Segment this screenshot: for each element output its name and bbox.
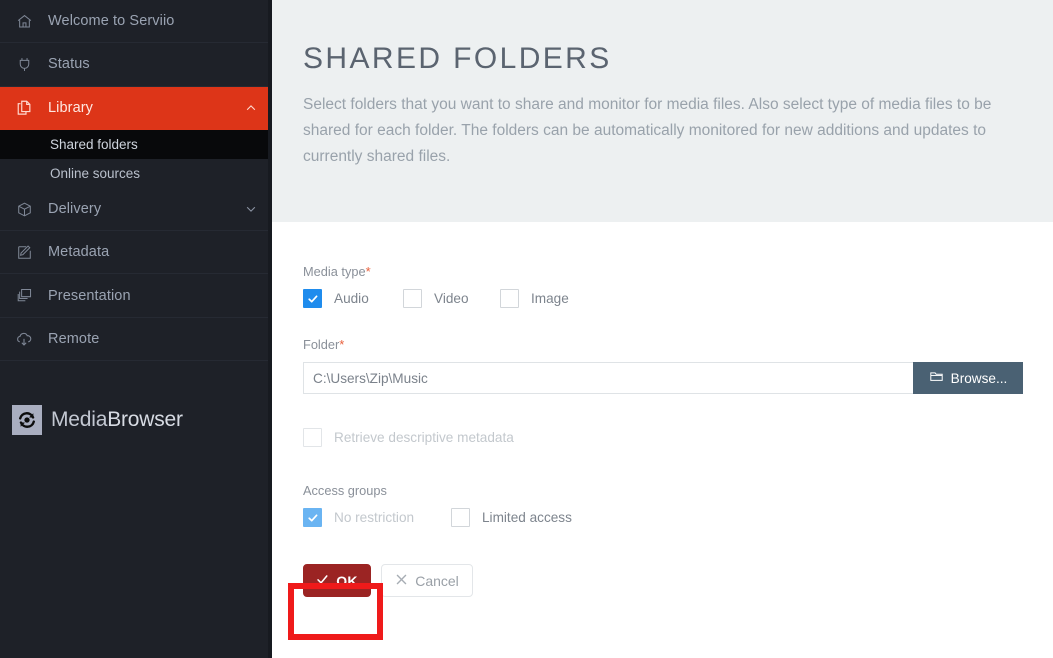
checkbox-video-box[interactable]	[403, 289, 422, 308]
checkbox-limited-access-label: Limited access	[482, 510, 572, 525]
page-header: SHARED FOLDERS Select folders that you w…	[272, 0, 1053, 222]
brand-name-part1: Media	[51, 408, 107, 431]
folder-field: Folder* Browse...	[303, 337, 1023, 394]
access-groups-label: Access groups	[303, 483, 1023, 498]
folder-label: Folder*	[303, 337, 1023, 352]
sidebar-item-welcome[interactable]: Welcome to Serviio	[0, 0, 272, 43]
home-icon	[0, 13, 48, 30]
sidebar: Welcome to Serviio Status	[0, 0, 272, 658]
sidebar-item-label: Status	[48, 56, 230, 72]
required-marker: *	[339, 337, 344, 352]
page-title: SHARED FOLDERS	[303, 42, 1023, 76]
checkbox-audio-box[interactable]	[303, 289, 322, 308]
sidebar-item-label: Delivery	[48, 201, 230, 217]
cancel-button[interactable]: Cancel	[381, 564, 473, 597]
ok-button-label: OK	[336, 573, 358, 589]
main-content: SHARED FOLDERS Select folders that you w…	[272, 0, 1053, 658]
sidebar-item-metadata[interactable]: Metadata	[0, 231, 272, 274]
sidebar-item-remote[interactable]: Remote	[0, 318, 272, 361]
pencil-square-icon	[0, 244, 48, 261]
media-type-label: Media type*	[303, 264, 1023, 279]
box-icon	[0, 201, 48, 218]
page-description: Select folders that you want to share an…	[303, 92, 1023, 170]
chevron-down-icon[interactable]	[230, 202, 272, 216]
access-groups-field: Access groups No restriction Limited acc…	[303, 483, 1023, 527]
sidebar-item-label: Library	[48, 100, 230, 116]
required-marker: *	[366, 264, 371, 279]
brand-name: MediaBrowser	[51, 408, 183, 432]
media-type-label-text: Media type	[303, 264, 366, 279]
checkbox-image-label: Image	[531, 291, 569, 306]
access-groups-options: No restriction Limited access	[303, 508, 1023, 527]
checkbox-audio-label: Audio	[334, 291, 369, 306]
folder-path-input[interactable]	[303, 362, 913, 394]
shared-folder-form: Media type* Audio Video Image	[272, 222, 1053, 597]
sidebar-item-label: Presentation	[48, 288, 230, 304]
check-icon	[316, 573, 329, 589]
sidebar-item-label: Remote	[48, 331, 230, 347]
checkbox-no-restriction-label: No restriction	[334, 510, 414, 525]
sidebar-item-presentation[interactable]: Presentation	[0, 274, 272, 317]
media-type-options: Audio Video Image	[303, 289, 1023, 308]
sidebar-item-label: Welcome to Serviio	[48, 13, 230, 29]
brand-logo: MediaBrowser	[0, 403, 272, 437]
checkbox-no-restriction: No restriction	[303, 508, 451, 527]
checkbox-limited-access-box[interactable]	[451, 508, 470, 527]
media-type-field: Media type* Audio Video Image	[303, 264, 1023, 308]
checkbox-limited-access[interactable]: Limited access	[451, 508, 572, 527]
cancel-button-label: Cancel	[415, 573, 459, 589]
retrieve-metadata-field: Retrieve descriptive metadata	[303, 428, 1023, 447]
sidebar-item-label: Metadata	[48, 244, 230, 260]
checkbox-retrieve-metadata-box	[303, 428, 322, 447]
plug-icon	[0, 56, 48, 73]
checkbox-audio[interactable]: Audio	[303, 289, 403, 308]
sidebar-subitem-online-sources[interactable]: Online sources	[0, 159, 272, 188]
sidebar-item-delivery[interactable]: Delivery	[0, 188, 272, 231]
sidebar-subitem-label: Shared folders	[50, 137, 138, 152]
refresh-circle-icon	[12, 405, 42, 435]
sidebar-subitem-shared-folders[interactable]: Shared folders	[0, 130, 272, 159]
form-actions: OK Cancel	[303, 564, 1023, 597]
sidebar-subitem-label: Online sources	[50, 166, 140, 181]
chevron-up-icon[interactable]	[230, 101, 272, 115]
checkbox-video[interactable]: Video	[403, 289, 500, 308]
checkbox-image-box[interactable]	[500, 289, 519, 308]
windows-stack-icon	[0, 287, 48, 304]
cloud-download-icon	[0, 330, 48, 348]
folder-icon	[929, 369, 944, 387]
folder-label-text: Folder	[303, 337, 339, 352]
checkbox-retrieve-metadata: Retrieve descriptive metadata	[303, 428, 1023, 447]
ok-button[interactable]: OK	[303, 564, 371, 597]
brand-name-part2: Browser	[107, 408, 183, 431]
checkbox-image[interactable]: Image	[500, 289, 569, 308]
checkbox-no-restriction-box	[303, 508, 322, 527]
app-window: Welcome to Serviio Status	[0, 0, 1053, 658]
browse-button-label: Browse...	[951, 371, 1008, 386]
sidebar-item-status[interactable]: Status	[0, 43, 272, 86]
folder-input-row: Browse...	[303, 362, 1023, 394]
sidebar-item-library[interactable]: Library	[0, 87, 272, 130]
checkbox-retrieve-metadata-label: Retrieve descriptive metadata	[334, 430, 514, 445]
x-icon	[395, 573, 408, 589]
checkbox-video-label: Video	[434, 291, 469, 306]
library-icon	[0, 99, 48, 117]
browse-button[interactable]: Browse...	[913, 362, 1023, 394]
